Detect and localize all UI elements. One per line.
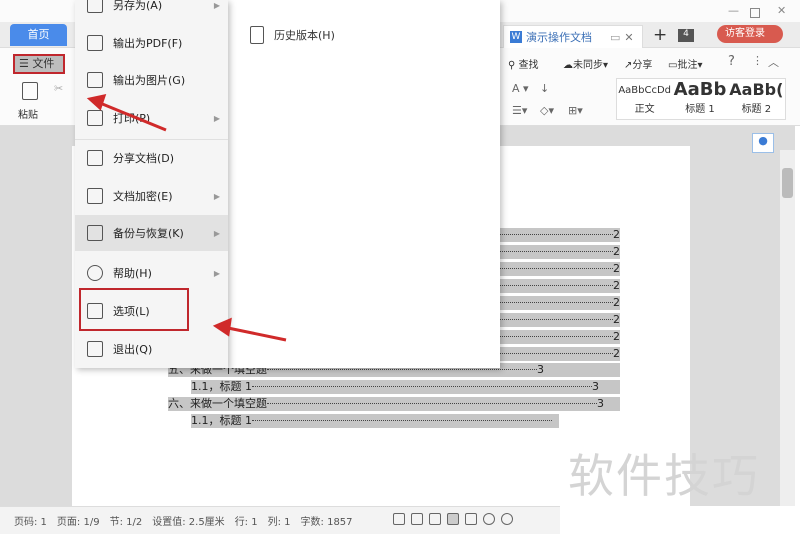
arrow-to-file-menu [86,93,167,132]
outline-view-icon[interactable] [464,513,477,525]
status-bar: 页码: 1 页面: 1/9 节: 1/2 设置值: 2.5厘米 行: 1 列: … [0,506,560,534]
arrow-to-options [212,317,287,342]
watermark: 软件技巧 [568,449,760,503]
status-page: 页码: 1 [14,517,47,528]
edit-mode-icon[interactable] [428,513,441,525]
options-highlight-box [79,288,189,331]
status-col: 列: 1 [267,517,291,528]
read-mode-icon[interactable] [410,513,423,525]
status-setting: 设置值: 2.5厘米 [152,517,225,528]
status-row: 行: 1 [234,517,258,528]
web-view-icon[interactable] [482,513,495,525]
status-pages: 页面: 1/9 [56,517,100,528]
page-view-icon[interactable] [446,513,459,525]
eye-protect-icon[interactable] [500,513,513,525]
fullscreen-icon[interactable] [392,513,405,525]
status-section: 节: 1/2 [109,517,143,528]
status-words[interactable]: 字数: 1857 [301,513,353,528]
